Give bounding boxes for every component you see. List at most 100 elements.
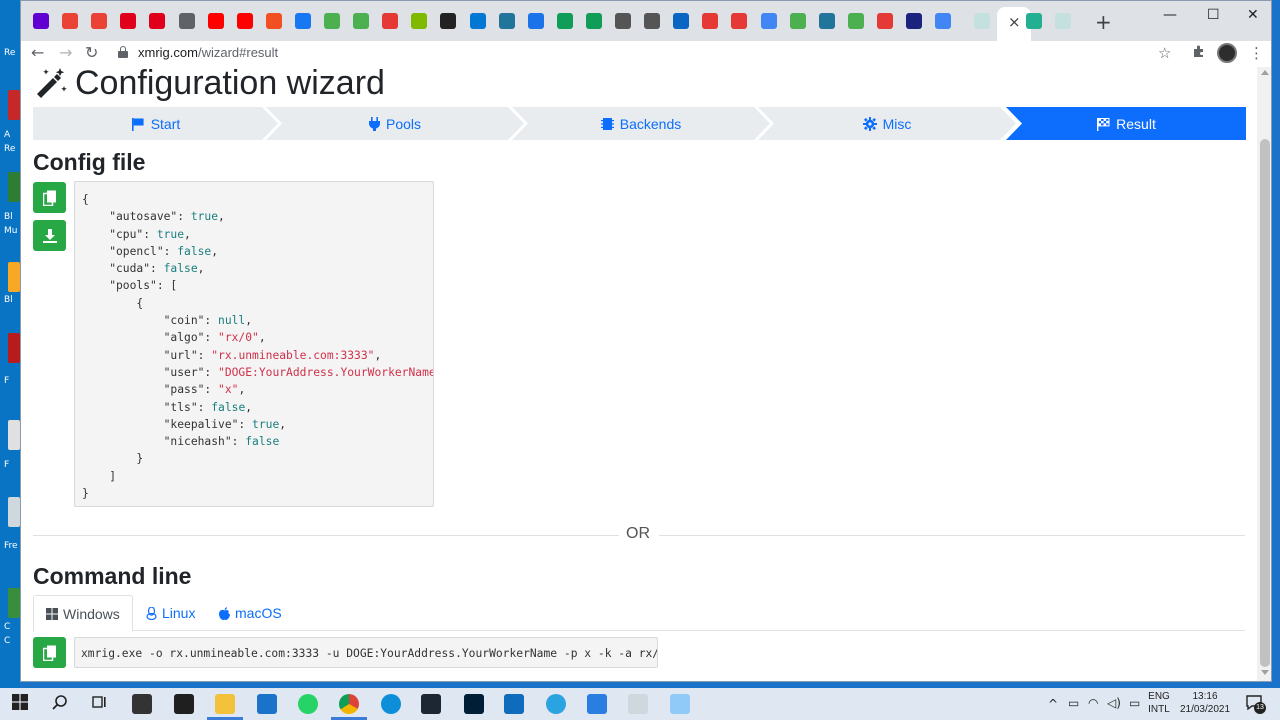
start-icon[interactable] [12,694,28,714]
back-icon[interactable]: ← [31,43,44,62]
frog-tab-icon[interactable] [324,13,340,29]
photoshop-icon[interactable] [464,694,484,714]
whatsapp-icon[interactable] [298,694,318,714]
yahoo-mail-tab-icon[interactable] [33,13,49,29]
onedrive-tab-icon[interactable] [469,13,486,29]
step-misc[interactable]: Misc [758,107,1016,140]
bookmark-star-icon[interactable]: ☆ [1158,44,1171,62]
task-view-icon[interactable] [91,694,107,714]
youtube-tab-icon[interactable] [207,13,224,29]
desktop-icon[interactable] [8,172,20,202]
maximize-button[interactable]: ☐ [1207,7,1220,23]
google-drive-tab-icon[interactable] [585,13,602,29]
mail-icon[interactable] [257,694,277,714]
desktop-icon[interactable] [8,588,20,618]
page-scrollbar[interactable] [1257,67,1271,681]
tab-macos[interactable]: macOS [207,595,294,631]
red-app-tab-icon[interactable] [731,13,748,29]
address-bar[interactable]: xmrig.com/wizard#result [138,45,278,60]
scroll-down-icon[interactable] [1261,670,1269,675]
lock-icon[interactable] [118,46,128,58]
desktop-icon[interactable] [8,497,20,527]
minimize-button[interactable]: — [1163,7,1177,23]
frog-tab-icon[interactable] [847,13,864,29]
xmrig-faded-tab-icon[interactable] [974,13,990,29]
clock[interactable]: 13:16 21/03/2021 [1174,691,1236,715]
huawei-tab-icon[interactable] [120,13,137,29]
google-tab-icon[interactable] [935,13,952,29]
notification-center-icon[interactable]: 13 [1246,694,1266,714]
kucoin-tab-icon[interactable] [1026,13,1042,29]
step-start[interactable]: Start [33,107,278,140]
new-tab-button[interactable]: + [1095,10,1112,34]
edge-icon[interactable] [381,694,401,714]
copy-command-button[interactable] [33,637,66,668]
microsoft-tab-icon[interactable] [411,13,428,29]
red-app-tab-icon[interactable] [876,13,893,29]
file-explorer-icon[interactable] [215,694,235,714]
nst-tab-icon[interactable] [615,13,631,29]
command-line-box[interactable]: xmrig.exe -o rx.unmineable.com:3333 -u D… [74,637,658,668]
store-icon[interactable] [132,694,152,714]
show-hidden-icons-icon[interactable]: ^ [1048,697,1058,711]
nst-tab-icon[interactable] [644,13,661,29]
desktop-icon[interactable] [8,90,20,120]
battery-icon[interactable]: ▭ [1068,696,1079,710]
red-app-tab-icon[interactable] [702,13,719,29]
google-tab-icon[interactable] [760,13,777,29]
reload-icon[interactable]: ↻ [85,43,98,62]
tab-windows[interactable]: Windows [33,595,133,632]
gmail-tab-icon[interactable] [91,13,108,29]
step-pools[interactable]: Pools [266,107,524,140]
desktop-icon[interactable] [8,420,20,450]
frog-tab-icon[interactable] [353,13,370,29]
gear-tab-icon[interactable] [527,13,544,29]
desktop-icon[interactable] [8,333,20,363]
xmrig-faded-tab-icon[interactable] [1055,13,1071,29]
gmail-tab-icon[interactable] [62,13,79,29]
outlook-icon[interactable] [504,694,524,714]
menu-kebab-icon[interactable]: ⋮ [1249,44,1264,62]
profile-avatar[interactable] [1217,43,1237,63]
tab-linux[interactable]: Linux [134,595,207,631]
scroll-thumb[interactable] [1260,139,1270,667]
copy-config-button[interactable] [33,182,66,213]
wps-icon[interactable] [587,694,607,714]
download-config-button[interactable] [33,220,66,251]
chrome-icon[interactable] [339,694,359,714]
extensions-puzzle-icon[interactable] [1192,44,1206,62]
search-icon[interactable] [52,694,68,714]
kodi-icon[interactable] [421,694,441,714]
input-icon[interactable]: ▭ [1129,696,1140,710]
step-backends[interactable]: Backends [512,107,770,140]
paint-icon[interactable] [670,694,690,714]
bolt-tab-icon[interactable] [440,13,457,29]
close-tab-icon[interactable]: × [1008,13,1021,31]
facebook-tab-icon[interactable] [294,13,311,29]
forward-icon[interactable]: → [59,43,72,62]
frog-tab-icon[interactable] [789,13,806,29]
desktop-icon[interactable] [8,262,20,292]
huawei-tab-icon[interactable] [149,13,166,29]
store-tab-icon[interactable] [265,13,282,29]
wifi-icon[interactable]: ◠ [1088,696,1098,710]
scroll-up-icon[interactable] [1261,70,1269,75]
config-code-block[interactable]: { "autosave": true, "cpu": true, "opencl… [74,181,434,507]
wordpress-tab-icon[interactable] [818,13,835,29]
notepad-icon[interactable] [628,694,648,714]
linkedin-tab-icon[interactable] [673,13,690,29]
code-text: ] [82,469,117,483]
volume-icon[interactable]: ◁) [1107,696,1121,710]
close-window-button[interactable]: ✕ [1247,7,1259,23]
dropbox-icon[interactable] [174,694,194,714]
telegram-icon[interactable] [546,694,566,714]
oc-tab-icon[interactable] [906,13,922,29]
youtube-tab-icon[interactable] [236,13,253,29]
red-app-tab-icon[interactable] [382,13,399,29]
web-tab-icon[interactable] [178,13,195,29]
google-drive-tab-icon[interactable] [556,13,573,29]
language-indicator[interactable]: ENG INTL [1144,691,1174,715]
step-result[interactable]: Result [1006,107,1246,140]
code-literal: false [163,262,198,276]
wordpress-tab-icon[interactable] [498,13,515,29]
